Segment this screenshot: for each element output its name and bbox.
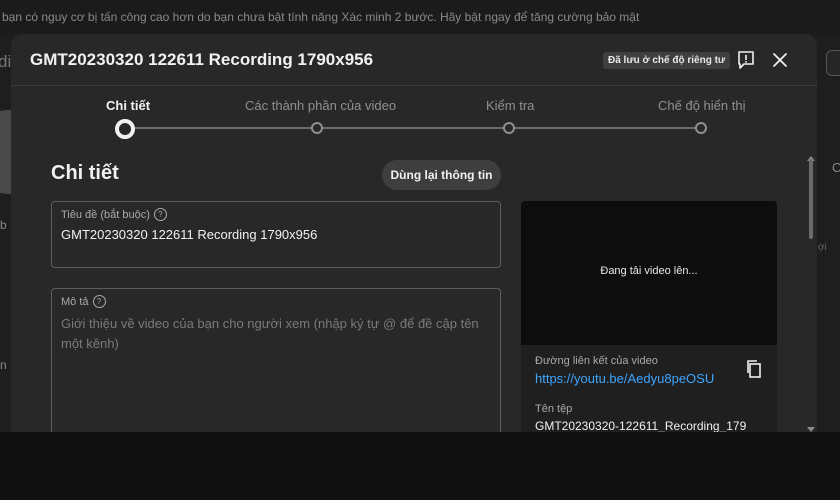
stepper-line [133, 127, 701, 129]
upload-dialog: GMT20230320 122611 Recording 1790x956 Đã… [11, 34, 817, 432]
description-field[interactable]: Mô tả ? Giới thiệu về video của bạn cho … [51, 288, 501, 432]
video-link[interactable]: https://youtu.be/Aedyu8peOSU [535, 371, 714, 386]
background-text-fragment: n [0, 358, 7, 372]
video-preview: Đang tải video lên... [521, 201, 777, 345]
video-preview-panel: Đang tải video lên... Đường liên kết của… [521, 201, 777, 432]
copy-icon[interactable] [745, 359, 763, 379]
title-field-label-wrap: Tiêu đề (bắt buộc) ? [61, 208, 167, 221]
title-field-label: Tiêu đề (bắt buộc) [61, 208, 150, 221]
close-icon[interactable] [769, 49, 791, 71]
upload-status: Đang tải video lên... [600, 265, 698, 277]
help-icon[interactable]: ? [92, 295, 106, 308]
dialog-title: GMT20230320 122611 Recording 1790x956 [30, 50, 374, 69]
background-button [826, 50, 840, 76]
scroll-up-icon[interactable] [807, 148, 815, 161]
feedback-icon[interactable] [735, 49, 757, 71]
reuse-details-button[interactable]: Dùng lại thông tin [382, 160, 501, 190]
title-field[interactable]: Tiêu đề (bắt buộc) ? GMT20230320 122611 … [51, 201, 501, 268]
step-visibility-dot[interactable] [695, 122, 707, 134]
scrollbar-thumb[interactable] [809, 159, 813, 239]
security-banner-text: bạn có nguy cơ bị tấn công cao hơn do bạ… [2, 10, 640, 24]
step-checks-dot[interactable] [503, 122, 515, 134]
step-details-label[interactable]: Chi tiết [106, 98, 150, 113]
title-input[interactable]: GMT20230320 122611 Recording 1790x956 [61, 227, 488, 242]
step-visibility-label[interactable]: Chế độ hiển thị [658, 98, 745, 113]
description-field-label-wrap: Mô tả ? [61, 295, 106, 308]
file-name-label: Tên tệp [535, 403, 573, 415]
section-title: Chi tiết [51, 162, 119, 184]
file-name-value: GMT20230320-122611_Recording_179 [535, 419, 747, 432]
scroll-down-icon[interactable] [807, 420, 815, 432]
step-video-elements-dot[interactable] [311, 122, 323, 134]
video-link-label: Đường liên kết của video [535, 355, 658, 367]
step-video-elements-label[interactable]: Các thành phần của video [245, 98, 396, 113]
description-field-label: Mô tả [61, 295, 89, 308]
help-icon[interactable]: ? [153, 208, 167, 221]
dialog-header: GMT20230320 122611 Recording 1790x956 Đã… [11, 34, 817, 86]
background-text-fragment: di [0, 52, 12, 71]
step-details-dot[interactable] [115, 119, 135, 139]
saved-private-badge: Đã lưu ở chế độ riêng tư [603, 52, 731, 69]
security-banner[interactable]: bạn có nguy cơ bị tấn công cao hơn do bạ… [0, 0, 840, 34]
background-text-fragment: b [0, 218, 7, 232]
description-input[interactable]: Giới thiệu về video của bạn cho người xe… [61, 314, 488, 354]
background-bottom [0, 432, 840, 500]
step-checks-label[interactable]: Kiểm tra [486, 98, 534, 113]
background-text-fragment: ợi [818, 242, 827, 253]
background-text-fragment: C [832, 160, 840, 175]
